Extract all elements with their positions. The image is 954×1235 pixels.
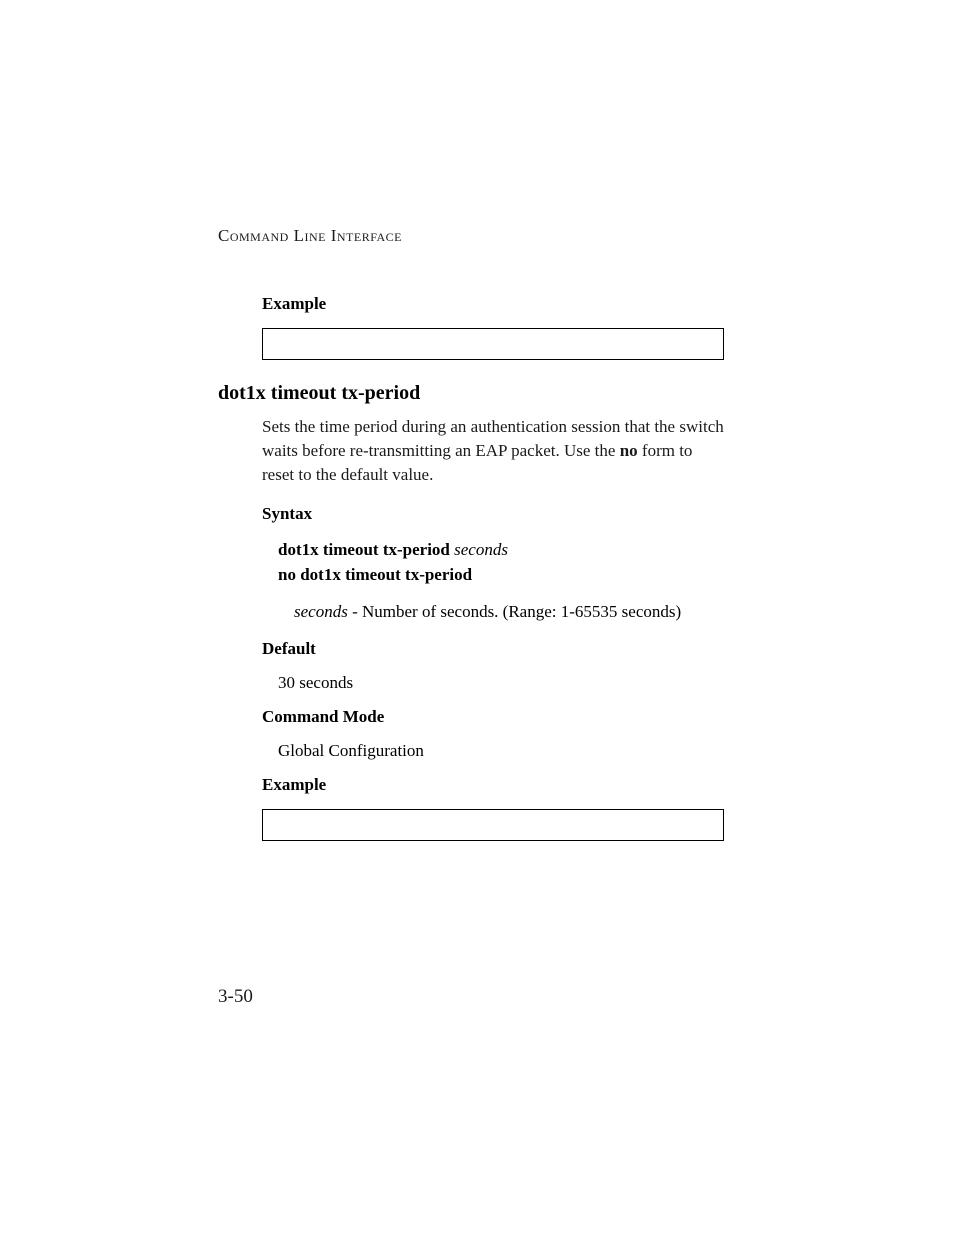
syntax-line-1: dot1x timeout tx-period seconds: [278, 538, 724, 563]
syntax-line-1-italic: seconds: [450, 540, 508, 559]
page-number: 3-50: [218, 986, 253, 1008]
description-bold: no: [620, 441, 638, 460]
example-box-1: [262, 328, 724, 360]
command-description: Sets the time period during an authentic…: [262, 415, 724, 486]
command-heading: dot1x timeout tx-period: [218, 382, 724, 405]
command-mode-label: Command Mode: [262, 707, 724, 727]
default-value: 30 seconds: [278, 673, 724, 693]
syntax-line-2-bold: no dot1x timeout tx-period: [278, 565, 472, 584]
example-label-2: Example: [262, 775, 724, 795]
example-box-2: [262, 809, 724, 841]
page-header: Command Line Interface: [218, 226, 724, 246]
example-label-1: Example: [262, 294, 724, 314]
parameter-text: seconds - Number of seconds. (Range: 1-6…: [294, 600, 724, 624]
syntax-line-1-bold: dot1x timeout tx-period: [278, 540, 450, 559]
syntax-label: Syntax: [262, 504, 724, 524]
param-italic: seconds: [294, 602, 348, 621]
page-container: Command Line Interface Example dot1x tim…: [0, 0, 954, 1235]
command-mode-value: Global Configuration: [278, 741, 724, 761]
default-label: Default: [262, 639, 724, 659]
syntax-block: dot1x timeout tx-period seconds no dot1x…: [278, 538, 724, 587]
param-rest: - Number of seconds. (Range: 1-65535 sec…: [348, 602, 681, 621]
syntax-line-2: no dot1x timeout tx-period: [278, 563, 724, 588]
